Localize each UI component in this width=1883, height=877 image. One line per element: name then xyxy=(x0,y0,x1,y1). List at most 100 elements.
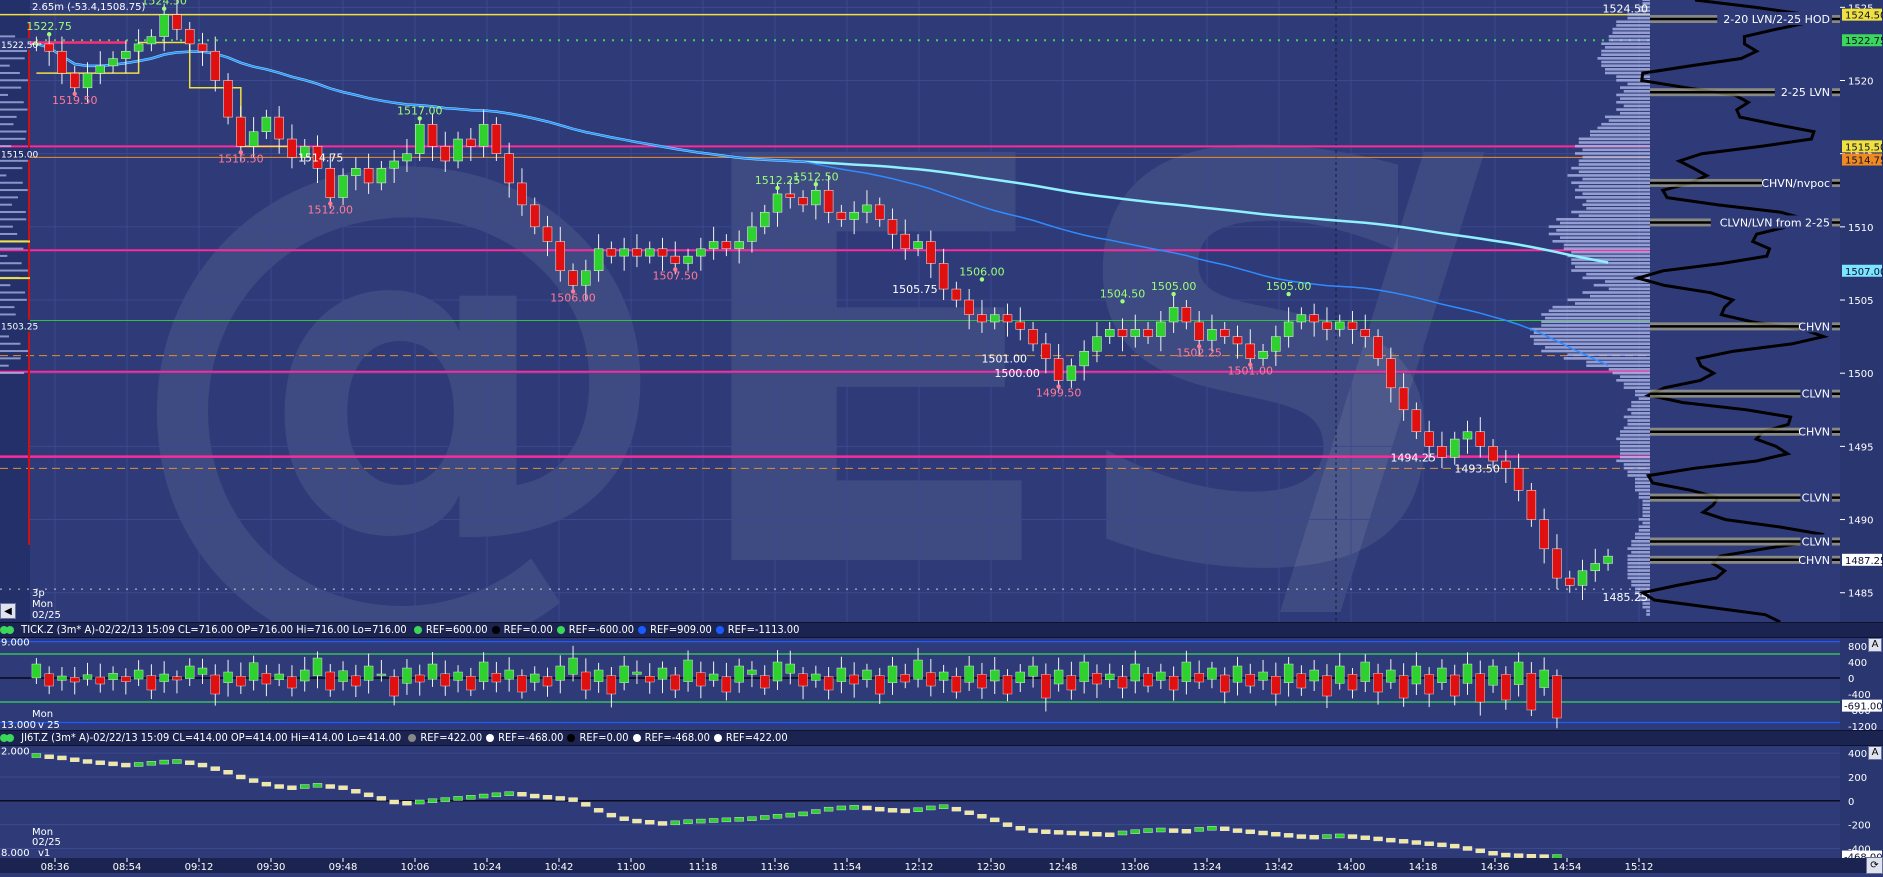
candle-body[interactable] xyxy=(1335,321,1345,330)
jt-bar[interactable] xyxy=(760,815,770,820)
tick-bar[interactable] xyxy=(683,659,693,682)
candle-body[interactable] xyxy=(1309,314,1319,323)
candle-body[interactable] xyxy=(1411,409,1422,432)
candle-body[interactable] xyxy=(683,255,693,264)
tick-bar[interactable] xyxy=(415,674,425,683)
jt-bar[interactable] xyxy=(836,805,847,811)
tick-bar[interactable] xyxy=(146,675,157,691)
candle-body[interactable] xyxy=(657,248,668,257)
tick-bar[interactable] xyxy=(1220,674,1230,693)
candle-body[interactable] xyxy=(1232,336,1243,345)
tick-bar[interactable] xyxy=(70,677,80,683)
jt-bar[interactable] xyxy=(1475,848,1485,854)
candle-body[interactable] xyxy=(1501,460,1511,469)
tick-bar[interactable] xyxy=(1015,671,1025,684)
tick-bar[interactable] xyxy=(1041,674,1051,699)
tick-bar[interactable] xyxy=(338,670,348,682)
candle-body[interactable] xyxy=(1168,307,1179,323)
tick-bar[interactable] xyxy=(1475,673,1485,703)
tick-bar[interactable] xyxy=(1526,673,1537,711)
tick-bar[interactable] xyxy=(798,673,808,687)
candle-body[interactable] xyxy=(1577,570,1588,586)
candle-body[interactable] xyxy=(415,124,425,154)
candle-body[interactable] xyxy=(1105,329,1115,337)
tick-bar[interactable] xyxy=(772,661,783,682)
candle-body[interactable] xyxy=(1513,468,1524,491)
tick-bar[interactable] xyxy=(159,673,169,682)
jt-bar[interactable] xyxy=(210,766,220,771)
tick-bar[interactable] xyxy=(1539,669,1549,688)
jt-bar[interactable] xyxy=(1296,834,1307,839)
jt-bar[interactable] xyxy=(1526,854,1537,859)
tick-bar[interactable] xyxy=(261,673,272,685)
jt-bar[interactable] xyxy=(1258,830,1268,836)
jt-bar[interactable] xyxy=(363,792,374,798)
tick-bar[interactable] xyxy=(1245,674,1255,687)
jt-bar[interactable] xyxy=(402,800,412,806)
candle-body[interactable] xyxy=(632,248,642,257)
jt-bar[interactable] xyxy=(1207,826,1217,831)
candle-body[interactable] xyxy=(811,190,821,206)
jt-bar[interactable] xyxy=(1552,854,1562,859)
tick-bar[interactable] xyxy=(363,665,374,681)
tick-bar[interactable] xyxy=(530,673,540,683)
tick-bar[interactable] xyxy=(248,662,259,681)
candle-body[interactable] xyxy=(197,43,208,52)
tick-bar[interactable] xyxy=(760,675,770,689)
candle-body[interactable] xyxy=(977,314,987,323)
candle-body[interactable] xyxy=(1181,307,1192,323)
tick-bar[interactable] xyxy=(108,673,118,681)
jt-bar[interactable] xyxy=(938,804,949,809)
jt-bar[interactable] xyxy=(1181,828,1192,834)
jt-bar[interactable] xyxy=(542,795,553,800)
jt-bar[interactable] xyxy=(376,796,387,801)
tick-bar[interactable] xyxy=(721,676,732,693)
candle-body[interactable] xyxy=(236,116,246,147)
jt-bar[interactable] xyxy=(555,796,565,801)
tick-bar[interactable] xyxy=(1386,669,1396,683)
tick-bar[interactable] xyxy=(977,674,987,689)
tick-bar[interactable] xyxy=(849,674,859,685)
tick-panel-scale-button[interactable]: A xyxy=(1868,638,1882,652)
candle-body[interactable] xyxy=(836,211,847,220)
jt-bar[interactable] xyxy=(926,805,936,811)
tick-bar[interactable] xyxy=(696,672,706,687)
tick-bar[interactable] xyxy=(1501,674,1511,701)
tick-bar[interactable] xyxy=(274,673,284,680)
tick-bar[interactable] xyxy=(747,669,757,675)
jt-bar[interactable] xyxy=(990,817,1000,823)
candle-body[interactable] xyxy=(1565,577,1575,586)
jt-bar[interactable] xyxy=(478,793,489,799)
candle-body[interactable] xyxy=(696,248,706,257)
candle-body[interactable] xyxy=(1488,446,1498,462)
tick-bar[interactable] xyxy=(964,665,974,683)
candle-body[interactable] xyxy=(57,50,67,74)
jt-bar[interactable] xyxy=(1168,828,1179,833)
jt-bar[interactable] xyxy=(31,753,42,758)
candle-body[interactable] xyxy=(670,255,680,264)
jt-bar[interactable] xyxy=(1220,826,1230,832)
tick-bar[interactable] xyxy=(197,667,208,675)
candle-body[interactable] xyxy=(530,204,540,228)
tick-bar[interactable] xyxy=(1411,665,1422,685)
candle-body[interactable] xyxy=(1526,490,1537,520)
tick-bar[interactable] xyxy=(938,671,949,681)
jt-bar[interactable] xyxy=(1462,846,1473,851)
tick-bar[interactable] xyxy=(1079,661,1089,682)
candle-body[interactable] xyxy=(1271,336,1281,352)
jt-bar[interactable] xyxy=(593,808,604,813)
candle-body[interactable] xyxy=(453,138,463,162)
candle-body[interactable] xyxy=(44,43,54,52)
tick-bar[interactable] xyxy=(811,673,821,681)
candle-body[interactable] xyxy=(990,314,1000,323)
jt-bar[interactable] xyxy=(1360,835,1370,840)
tick-bar[interactable] xyxy=(619,665,629,683)
candle-body[interactable] xyxy=(798,197,808,206)
candle-body[interactable] xyxy=(1347,321,1358,330)
jt-bar[interactable] xyxy=(1424,841,1434,846)
jt-bar[interactable] xyxy=(1513,853,1524,858)
jt-bar[interactable] xyxy=(236,774,246,780)
tick-bar[interactable] xyxy=(1181,661,1192,682)
tick-bar[interactable] xyxy=(376,673,387,676)
jt-bar[interactable] xyxy=(1335,833,1345,839)
